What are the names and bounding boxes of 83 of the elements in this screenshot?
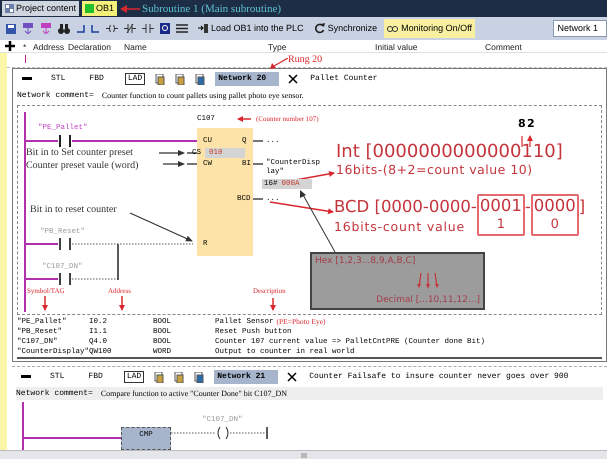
column-header: Name <box>124 41 147 54</box>
annotation: Int [0000000000000110] <box>336 142 563 162</box>
bit-label: 2 <box>527 116 535 132</box>
column-header: Initial value <box>375 41 418 54</box>
grid-icon <box>5 4 14 13</box>
arrow <box>120 5 140 13</box>
column-header: * <box>23 41 26 54</box>
network-title: Network 20 <box>215 72 280 86</box>
sync-icon <box>314 23 326 34</box>
view-tab[interactable]: FBD <box>86 73 107 85</box>
highlight-box: 0001 1 <box>476 194 525 236</box>
view-tab[interactable]: LAD <box>124 73 146 85</box>
column-header: Type <box>268 41 286 54</box>
toolbar-button[interactable]: Monitoring On/Off <box>384 19 475 38</box>
document-icon[interactable] <box>154 372 164 382</box>
list-icon[interactable] <box>176 24 188 33</box>
network-field[interactable]: Network 1 <box>553 20 607 37</box>
annotation: 16bits-count value <box>334 219 466 234</box>
arrow <box>159 150 185 156</box>
arrow <box>163 161 185 167</box>
document-icon[interactable] <box>174 372 184 382</box>
document-icon[interactable] <box>155 74 166 84</box>
view-tab[interactable]: FBD <box>85 371 106 383</box>
network-comment: Counter function to count pallets using pallet photo eye sensor. <box>102 90 304 102</box>
annotation: Bit in to Set counter preset <box>26 146 133 160</box>
tab[interactable]: OB1 <box>82 1 118 16</box>
network-name: Pallet Counter <box>310 73 378 85</box>
column-header: Comment <box>485 41 522 54</box>
toolbar-button[interactable]: Synchronize <box>310 19 380 38</box>
annotation: ] <box>578 197 586 217</box>
save-icon[interactable] <box>6 24 16 34</box>
annotation: Hex [1,2,3...8,9,A,B,C] <box>315 255 416 268</box>
column-header: Declaration <box>68 41 111 54</box>
contact-icon[interactable] <box>124 24 136 33</box>
arrow <box>237 116 251 122</box>
annotation: - <box>524 197 531 217</box>
horizontal-scrollbar[interactable] <box>0 450 607 459</box>
bit-label: 8 <box>518 116 526 132</box>
document-icon[interactable] <box>194 372 204 382</box>
tab[interactable]: Project content <box>2 1 80 16</box>
contact-icon[interactable] <box>142 24 154 33</box>
arrow <box>119 296 125 311</box>
collapse-icon[interactable] <box>21 375 31 379</box>
arrow <box>270 298 276 311</box>
annotation: Decimal [...10,11,12...] <box>376 294 480 306</box>
network-title: Network 21 <box>214 370 278 384</box>
annotation: Bit in to reset counter <box>30 203 117 217</box>
annotation: 16bits-(8+2=count value 10) <box>336 162 534 177</box>
document-icon[interactable] <box>175 74 186 84</box>
view-tab[interactable]: STL <box>47 371 68 383</box>
column-header: Address <box>33 41 64 54</box>
annotation: Subroutine 1 (Main subroutine) <box>142 2 282 17</box>
binoculars-icon[interactable] <box>58 24 70 34</box>
text-cursor <box>25 55 26 63</box>
view-tab[interactable]: LAD <box>124 371 144 383</box>
help-icon[interactable] <box>160 23 170 34</box>
close-icon[interactable] <box>288 74 298 84</box>
close-icon[interactable] <box>287 372 298 382</box>
comment-label: Network comment= <box>17 90 94 102</box>
annotation: Rung 20 <box>288 53 322 67</box>
upload-icon[interactable] <box>22 23 34 34</box>
toolbar-button[interactable]: Load OB1 into the PLC <box>194 19 307 38</box>
collapse-icon[interactable] <box>22 77 32 81</box>
document-icon[interactable] <box>195 74 206 84</box>
grip-icon <box>300 452 306 458</box>
network-comment: Compare function to active "Counter Done" bit C107_DN <box>100 388 288 400</box>
arrow <box>130 212 193 242</box>
view-tab[interactable]: STL <box>48 73 68 85</box>
download-icon[interactable] <box>40 23 52 34</box>
highlight-box: 0000 0 <box>530 194 579 236</box>
add-icon[interactable] <box>5 41 15 51</box>
glasses-icon <box>387 23 400 34</box>
arrow <box>270 58 288 69</box>
load-icon <box>197 23 209 34</box>
arrow <box>416 273 438 289</box>
annotation: BCD [0000-0000- <box>334 197 477 217</box>
square-icon <box>85 4 94 13</box>
coil-icon[interactable] <box>106 24 118 33</box>
network-name: Counter Failsafe to insure counter never goes over 900 <box>309 371 568 383</box>
comment-label: Network comment= <box>16 388 93 400</box>
arrow <box>42 296 48 311</box>
annotation: Counter preset vaule (word) <box>26 159 138 173</box>
coil-icon <box>218 426 228 440</box>
